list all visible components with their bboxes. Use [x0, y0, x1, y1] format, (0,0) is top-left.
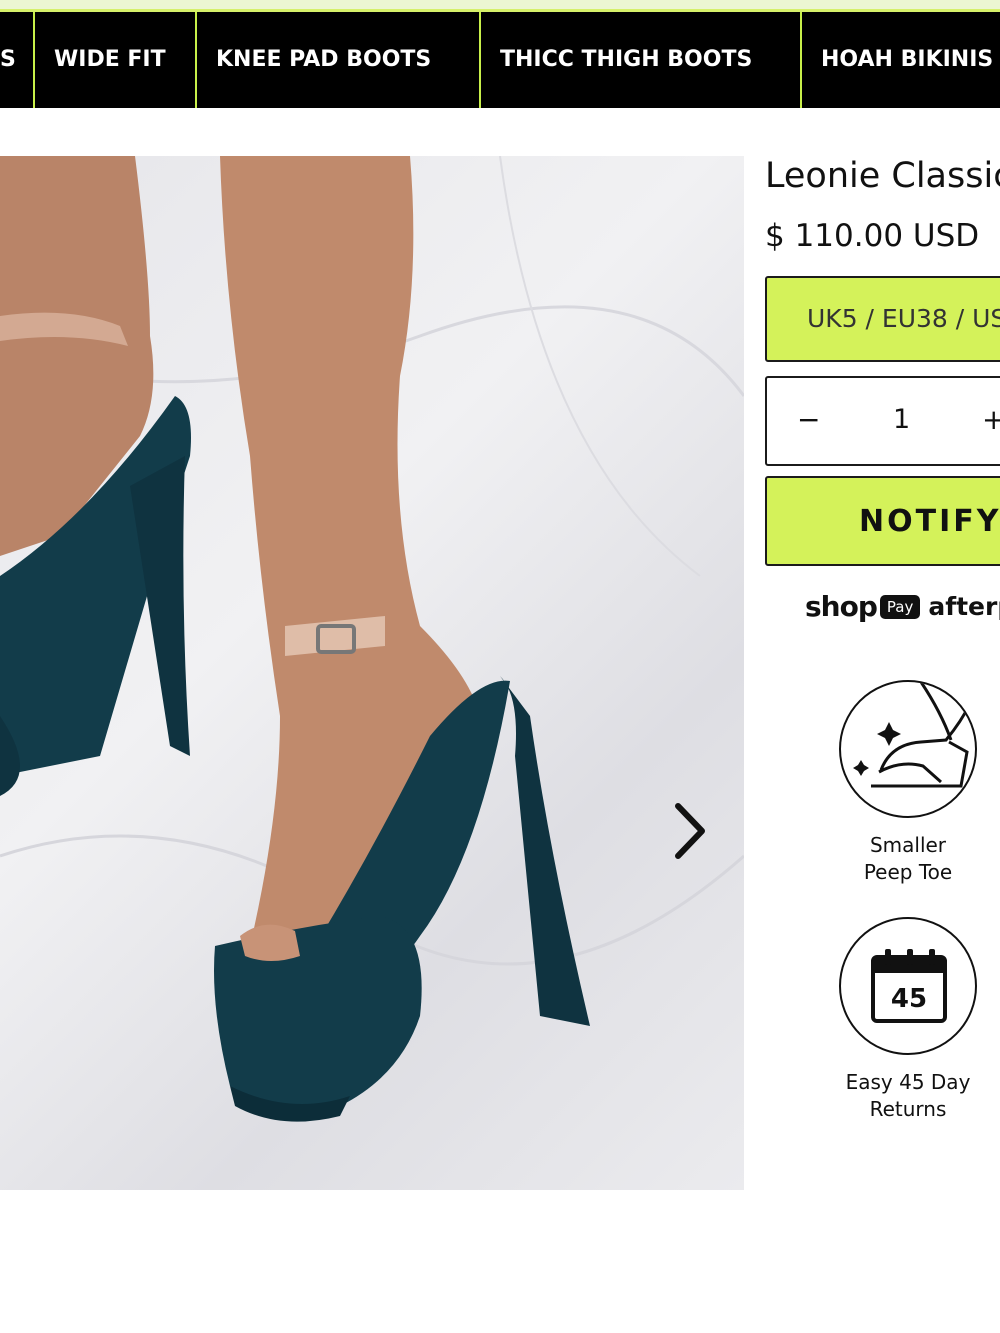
nav-divider	[479, 12, 481, 108]
size-selector[interactable]: UK5 / EU38 / US	[765, 276, 1000, 362]
nav-item-partial[interactable]: S	[0, 12, 16, 108]
nav-divider	[33, 12, 35, 108]
product-title: Leonie Classic	[765, 156, 1000, 196]
quantity-decrease-button[interactable]: −	[797, 400, 827, 440]
feature-peep-toe: Smaller Peep Toe	[808, 680, 1000, 886]
next-image-button[interactable]	[660, 796, 720, 866]
shop-pay-badge: Pay	[879, 594, 921, 619]
nav-item-wide-fit[interactable]: WIDE FIT	[54, 12, 166, 108]
top-accent-strip	[0, 0, 1000, 12]
peep-toe-shoe-icon	[839, 680, 977, 818]
payment-methods: shopPay afterp	[805, 590, 1000, 630]
category-nav: S WIDE FIT KNEE PAD BOOTS THICC THIGH BO…	[0, 12, 1000, 108]
product-photo	[0, 156, 744, 1122]
size-selected-value: UK5 / EU38 / US	[807, 304, 1000, 333]
feature-peep-toe-line1: Smaller	[869, 833, 947, 857]
nav-item-hoah-bikinis[interactable]: HOAH BIKINIS	[821, 12, 993, 108]
feature-returns-line2: Returns	[869, 1097, 947, 1121]
quantity-value[interactable]: 1	[893, 400, 910, 440]
nav-divider	[800, 12, 802, 108]
nav-item-thicc-thigh-boots[interactable]: THICC THIGH BOOTS	[500, 12, 752, 108]
notify-button-label: NOTIFY	[859, 504, 1000, 539]
calendar-45-icon: 45	[839, 917, 977, 1055]
afterpay-logo: afterp	[928, 592, 1000, 621]
nav-divider	[195, 12, 197, 108]
notify-button[interactable]: NOTIFY	[765, 476, 1000, 566]
chevron-right-icon	[675, 803, 705, 859]
feature-peep-toe-line2: Peep Toe	[863, 860, 953, 884]
product-image-gallery[interactable]	[0, 156, 744, 1190]
feature-returns-line1: Easy 45 Day	[845, 1070, 971, 1094]
nav-item-knee-pad-boots[interactable]: KNEE PAD BOOTS	[216, 12, 431, 108]
quantity-stepper: − 1 +	[765, 376, 1000, 466]
product-price: $ 110.00 USD	[765, 218, 980, 254]
quantity-increase-button[interactable]: +	[982, 400, 1000, 440]
feature-returns: 45 Easy 45 Day Returns	[808, 917, 1000, 1123]
calendar-number: 45	[891, 984, 927, 1014]
shop-pay-logo: shop	[805, 590, 878, 623]
